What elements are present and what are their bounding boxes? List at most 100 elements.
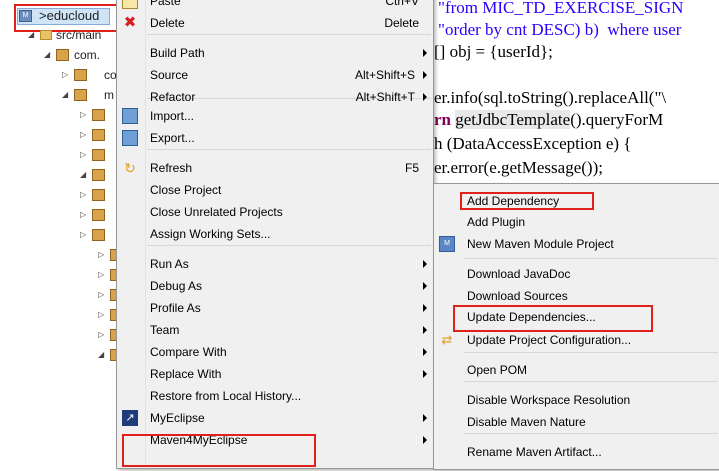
menu-item-refresh[interactable]: ↻ Refresh F5 xyxy=(117,157,433,179)
tree-row-nested[interactable]: ▷ xyxy=(80,126,110,144)
menu-item-export[interactable]: Export... xyxy=(117,127,433,149)
submenu-item-add-plugin[interactable]: Add Plugin xyxy=(434,211,719,233)
paste-icon xyxy=(122,0,138,9)
submenu-item-disable-maven-nature[interactable]: Disable Maven Nature xyxy=(434,411,719,433)
menu-item-label: Refresh xyxy=(150,161,193,175)
tree-row-nested[interactable]: ◢ xyxy=(80,166,110,184)
collapse-arrow-icon: ▷ xyxy=(98,250,105,259)
submenu-arrow-icon xyxy=(423,260,427,268)
submenu-item-download-sources[interactable]: Download Sources xyxy=(434,285,719,307)
tree-row-sub2[interactable]: ◢ m xyxy=(62,86,122,104)
tree-row-sub1[interactable]: ▷ co xyxy=(62,66,122,84)
collapse-arrow-icon: ▷ xyxy=(80,190,87,199)
submenu-arrow-icon xyxy=(423,326,427,334)
project-name: >educloud xyxy=(39,8,100,23)
tree-row-nested[interactable]: ▷ xyxy=(80,146,110,164)
menu-item-myeclipse[interactable]: ↗ MyEclipse xyxy=(117,407,433,429)
menu-item-label: Paste xyxy=(150,0,181,8)
submenu-item-download-javadoc[interactable]: Download JavaDoc xyxy=(434,263,719,285)
menu-separator xyxy=(147,34,431,35)
tree-row-src[interactable]: ◢ src/main xyxy=(28,26,128,44)
code-line: rn getJdbcTemplate().queryForM xyxy=(434,110,663,130)
package-icon xyxy=(92,189,105,201)
menu-separator xyxy=(464,258,718,259)
code-line: [] obj = {userId}; xyxy=(434,42,553,62)
menu-item-debug-as[interactable]: Debug As xyxy=(117,275,433,297)
code-line: "order by cnt DESC) b) where user xyxy=(438,20,681,40)
code-token: [] obj = {userId}; xyxy=(434,42,553,61)
menu-separator xyxy=(147,245,431,246)
package-icon xyxy=(74,69,87,81)
submenu-arrow-icon xyxy=(423,348,427,356)
menu-item-label: Assign Working Sets... xyxy=(150,227,271,241)
export-icon xyxy=(122,130,138,146)
submenu-item-label: Download JavaDoc xyxy=(467,267,571,281)
code-token: h (DataAccessException e) { xyxy=(434,134,632,153)
submenu-item-label: New Maven Module Project xyxy=(467,237,614,251)
menu-item-build-path[interactable]: Build Path xyxy=(117,42,433,64)
collapse-arrow-icon: ▷ xyxy=(98,290,105,299)
menu-item-label: Restore from Local History... xyxy=(150,389,302,403)
collapse-arrow-icon: ▷ xyxy=(80,130,87,139)
menu-item-compare-with[interactable]: Compare With xyxy=(117,341,433,363)
submenu-item-label: Download Sources xyxy=(467,289,568,303)
menu-item-paste[interactable]: Paste Ctrl+V xyxy=(117,0,433,12)
menu-item-accelerator: Delete xyxy=(384,16,419,30)
code-token: rn xyxy=(434,110,456,129)
code-token: ().queryForM xyxy=(570,110,664,129)
tree-row-nested[interactable]: ▷ xyxy=(80,226,110,244)
code-line: h (DataAccessException e) { xyxy=(434,134,631,154)
menu-item-source[interactable]: Source Alt+Shift+S xyxy=(117,64,433,86)
tree-row-nested[interactable]: ▷ xyxy=(80,106,110,124)
menu-item-restore-from-local-history[interactable]: Restore from Local History... xyxy=(117,385,433,407)
menu-item-replace-with[interactable]: Replace With xyxy=(117,363,433,385)
submenu-item-rename-maven-artifact[interactable]: Rename Maven Artifact... xyxy=(434,441,719,463)
expand-arrow-icon: ◢ xyxy=(28,30,35,39)
tree-label-sub1: co xyxy=(104,68,117,82)
submenu-arrow-icon xyxy=(423,436,427,444)
code-line: "from MIC_TD_EXERCISE_SIGN xyxy=(438,0,683,18)
submenu-item-label: Rename Maven Artifact... xyxy=(467,445,602,459)
submenu-item-label: Add Plugin xyxy=(467,215,526,229)
tree-row-nested[interactable]: ▷ xyxy=(80,186,110,204)
package-icon xyxy=(92,129,105,141)
menu-item-label: MyEclipse xyxy=(150,411,205,425)
submenu-item-disable-workspace-resolution[interactable]: Disable Workspace Resolution xyxy=(434,389,719,411)
submenu-item-open-pom[interactable]: Open POM xyxy=(434,359,719,381)
collapse-arrow-icon: ▷ xyxy=(80,210,87,219)
submenu-item-label: Update Project Configuration... xyxy=(467,333,632,347)
menu-item-assign-working-sets[interactable]: Assign Working Sets... xyxy=(117,223,433,245)
submenu-item-update-project-configuration[interactable]: ⇄ Update Project Configuration... xyxy=(434,329,719,351)
menu-separator xyxy=(464,352,718,353)
menu-item-label: Close Unrelated Projects xyxy=(150,205,283,219)
menu-item-label: Debug As xyxy=(150,279,203,293)
menu-item-team[interactable]: Team xyxy=(117,319,433,341)
menu-item-run-as[interactable]: Run As xyxy=(117,253,433,275)
menu-item-close-unrelated-projects[interactable]: Close Unrelated Projects xyxy=(117,201,433,223)
menu-item-import[interactable]: Import... xyxy=(117,105,433,127)
submenu-item-new-maven-module-project[interactable]: M New Maven Module Project xyxy=(434,233,719,255)
menu-item-delete[interactable]: ✖ Delete Delete xyxy=(117,12,433,34)
menu-item-close-project[interactable]: Close Project xyxy=(117,179,433,201)
code-line: er.error(e.getMessage()); xyxy=(434,158,603,178)
menu-item-accelerator: F5 xyxy=(404,161,419,175)
collapse-arrow-icon: ▷ xyxy=(80,150,87,159)
submenu-arrow-icon xyxy=(423,93,427,101)
myeclipse-icon: ↗ xyxy=(122,410,138,426)
update-config-icon: ⇄ xyxy=(441,332,453,347)
collapse-arrow-icon: ▷ xyxy=(80,230,87,239)
maven-project-icon: M xyxy=(19,10,32,22)
package-icon xyxy=(92,109,105,121)
tree-label-package: com. xyxy=(74,48,101,62)
menu-separator xyxy=(464,381,718,382)
tree-row-nested[interactable]: ▷ xyxy=(80,206,110,224)
package-icon xyxy=(92,229,105,241)
maven-module-icon: M xyxy=(439,236,455,252)
submenu-arrow-icon xyxy=(423,282,427,290)
menu-item-accelerator: Ctrl+V xyxy=(385,0,419,8)
highlight-box-maven4myeclipse xyxy=(122,434,316,467)
code-token: getJdbcTemplate xyxy=(455,110,571,129)
menu-item-accelerator: Alt+Shift+S xyxy=(354,68,415,82)
menu-separator xyxy=(147,149,431,150)
menu-item-profile-as[interactable]: Profile As xyxy=(117,297,433,319)
